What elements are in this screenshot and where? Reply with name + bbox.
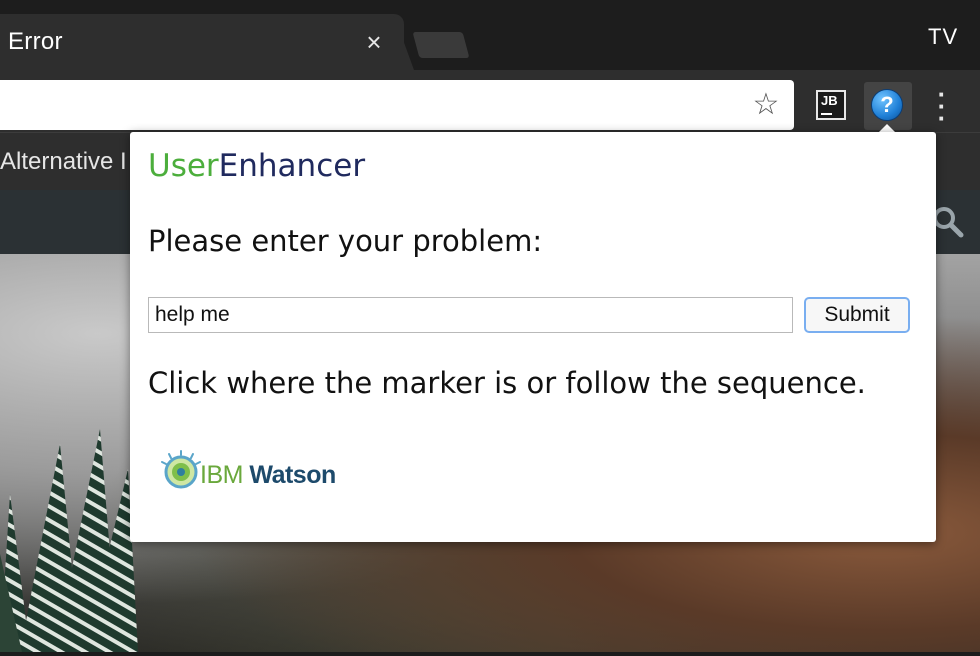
jetbrains-extension-icon[interactable]: JB <box>816 90 846 120</box>
tab-title: Error <box>8 28 63 55</box>
logo-watson: Watson <box>249 461 336 489</box>
jb-label: JB <box>821 93 838 108</box>
logo-ibm: IBM <box>200 461 243 489</box>
help-extension-icon[interactable]: ? <box>871 89 903 121</box>
brand-user: User <box>148 148 219 184</box>
brand-enhancer: Enhancer <box>218 148 366 184</box>
submit-button[interactable]: Submit <box>804 297 910 333</box>
new-tab-button[interactable] <box>412 32 470 58</box>
brand-title: UserEnhancer <box>148 148 365 184</box>
problem-prompt: Please enter your problem: <box>148 224 543 258</box>
jb-underline <box>821 113 832 115</box>
kebab-menu-icon[interactable]: · · · <box>930 81 954 131</box>
ibm-watson-logo: IBM Watson <box>160 446 360 498</box>
instruction-text: Click where the marker is or follow the … <box>148 366 866 400</box>
address-bar[interactable] <box>0 80 794 130</box>
bookmark-item[interactable]: Alternative I <box>0 148 127 176</box>
help-glyph: ? <box>880 92 894 117</box>
star-icon[interactable]: ☆ <box>750 88 782 122</box>
tab-close-icon[interactable]: × <box>362 29 386 55</box>
problem-input[interactable] <box>148 297 793 333</box>
watson-wordmark: IBM Watson <box>200 461 336 490</box>
profile-button[interactable]: TV <box>928 24 958 50</box>
